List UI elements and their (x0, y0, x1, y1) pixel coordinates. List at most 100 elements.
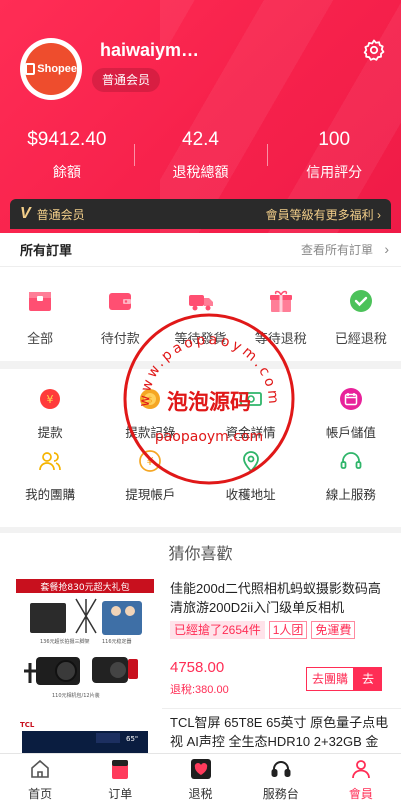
divider (162, 708, 401, 709)
vip-benefits-link[interactable]: 會員等級有更多福利 › (266, 206, 381, 223)
svc-fund-details-label: 資金詳情 (225, 426, 276, 440)
stat-label: 退稅總額 (172, 164, 229, 180)
gear-icon[interactable] (362, 38, 386, 62)
view-all-orders-link[interactable]: 查看所有訂單 › (301, 241, 389, 258)
money-icon (239, 392, 262, 406)
tab-orders-label: 订单 (108, 787, 133, 800)
svc-my-group-buys[interactable]: 我的團購 (0, 449, 100, 511)
stat-value: 100 (318, 129, 351, 150)
tab-member[interactable]: 會員 (321, 754, 401, 800)
yen-icon: ¥ (139, 450, 162, 472)
recommend-section: 猜你喜歡 套餐抢830元超大礼包 136元超长拍摄三脚架 116元稳定器 110… (0, 533, 401, 753)
chevron-right-icon: › (384, 241, 389, 257)
tv-size-label: 65" (126, 735, 138, 743)
stat-value: $9412.40 (27, 129, 107, 150)
tab-service-desk[interactable]: 服務台 (241, 754, 321, 800)
recommend-title: 猜你喜歡 (168, 546, 233, 563)
order-all-label: 全部 (27, 331, 54, 346)
tab-orders[interactable]: 订单 (80, 754, 160, 800)
product-image-tv[interactable]: TCL 65" (16, 713, 154, 753)
tv-image: TCL 65" (16, 713, 154, 753)
shopping-bag-icon (25, 63, 36, 75)
svc-shipping-address[interactable]: 收穫地址 (201, 449, 301, 511)
tv-brand-badge: TCL (20, 721, 35, 729)
username: haiwaiym… (100, 40, 200, 60)
svc-online-service[interactable]: 線上服務 (301, 449, 401, 511)
avatar[interactable]: Shopee (20, 38, 82, 100)
tab-tax-refund[interactable]: 退税 (160, 754, 240, 800)
image-caption-3: 110元相机包/12片装 (52, 692, 100, 699)
order-icon (112, 760, 129, 779)
sold-count-tag: 已經搶了2654件 (170, 621, 265, 639)
stat-label: 信用評分 (306, 164, 363, 180)
svg-text:¥: ¥ (47, 393, 54, 406)
tab-tax-refund-label: 退税 (188, 787, 213, 800)
group-size-tag: 1人团 (268, 621, 308, 639)
wallet-icon (109, 293, 132, 310)
product-price: 4758.00 (170, 659, 225, 676)
stat-balance[interactable]: $9412.40 餘額 (0, 126, 134, 182)
orders-header: 所有訂單 查看所有訂單 › (0, 233, 401, 267)
product-tax-refund: 退稅:380.00 (170, 684, 229, 696)
vip-bar[interactable]: V 普通会员 會員等級有更多福利 › (10, 199, 391, 229)
svc-fund-details[interactable]: 資金詳情 (201, 387, 301, 449)
order-pending-payment[interactable]: 待付款 (80, 287, 160, 347)
service-icon (340, 452, 362, 469)
product-actions: 去團購 去 (305, 667, 382, 691)
order-awaiting-refund-label: 等待退稅 (254, 331, 307, 346)
product-info: 佳能200d二代照相机蚂蚁摄影数码高清旅游200D2ii入门级单反相机 已經搶了… (170, 579, 390, 707)
free-shipping-tag: 免運費 (311, 621, 356, 639)
order-refunded-label: 已經退稅 (334, 331, 387, 346)
svc-withdraw-records-label: 提款記錄 (125, 426, 176, 440)
product-name: 佳能200d二代照相机蚂蚁摄影数码高清旅游200D2ii入门级单反相机 (170, 581, 381, 615)
product-card[interactable]: TCL 65" TCL智屏 65T8E 65英寸 原色量子点电视 AI声控 全生… (0, 713, 401, 753)
image-caption-1: 136元超长拍摄三脚架 (40, 638, 90, 645)
order-all[interactable]: 全部 (0, 287, 80, 347)
svc-withdraw[interactable]: ¥ 提款 (0, 387, 100, 449)
gift-icon (269, 290, 292, 312)
stat-label: 餘額 (52, 164, 81, 180)
product-card[interactable]: 套餐抢830元超大礼包 136元超长拍摄三脚架 116元稳定器 110元相机包/… (0, 577, 401, 711)
product-info: TCL智屏 65T8E 65英寸 原色量子点电视 AI声控 全生态HDR10 2… (170, 713, 390, 753)
stat-tax-refund-total[interactable]: 42.4 退稅總額 (133, 126, 268, 182)
product-name: TCL智屏 65T8E 65英寸 原色量子点电视 AI声控 全生态HDR10 2… (170, 715, 389, 749)
tab-home-label: 首页 (28, 787, 53, 800)
image-banner-text: 套餐抢830元超大礼包 (40, 581, 129, 593)
product-image-camera[interactable]: 套餐抢830元超大礼包 136元超长拍摄三脚架 116元稳定器 110元相机包/… (16, 579, 154, 707)
svc-my-group-buys-label: 我的團購 (25, 488, 76, 502)
services-row-1: ¥ 提款 $ 提款記錄 資金詳情 帳戶儲值 (0, 387, 401, 449)
svc-withdraw-records[interactable]: $ 提款記錄 (100, 387, 200, 449)
go-button[interactable]: 去 (354, 667, 382, 691)
order-awaiting-shipment[interactable]: 等待發貨 (160, 287, 240, 347)
user-icon (352, 760, 370, 779)
box-icon (29, 292, 52, 311)
vip-label: 普通会员 (36, 207, 85, 222)
tab-home[interactable]: 首页 (0, 754, 80, 800)
orders-title: 所有訂單 (20, 243, 73, 258)
check-circle-icon (349, 290, 372, 312)
bottom-tab-bar: 首页 订单 退税 服務台 會員 (0, 753, 401, 800)
group-buy-button[interactable]: 去團購 (305, 667, 354, 691)
view-all-orders-label: 查看所有訂單 (300, 243, 373, 257)
vip-icon: V (20, 205, 31, 222)
stat-credit-score[interactable]: 100 信用評分 (267, 126, 401, 182)
orders-panel: 所有訂單 查看所有訂單 › 全部 待付款 等待發貨 等待退稅 已經退稅 (0, 233, 401, 361)
group-icon (39, 452, 61, 471)
tab-service-desk-label: 服務台 (262, 787, 299, 800)
member-level-badge: 普通会员 (92, 68, 161, 92)
svc-account-topup-label: 帳戶儲值 (325, 426, 376, 440)
location-icon (242, 451, 259, 473)
order-awaiting-refund[interactable]: 等待退稅 (241, 287, 321, 347)
order-refunded[interactable]: 已經退稅 (321, 287, 401, 347)
image-caption-2: 116元稳定器 (102, 638, 132, 645)
services-panel: ¥ 提款 $ 提款記錄 資金詳情 帳戶儲值 我的團購 ¥ 提現帳戶 收穫地址 線… (0, 369, 401, 527)
svc-shipping-address-label: 收穫地址 (225, 488, 276, 502)
coin-icon: $ (140, 389, 161, 409)
svc-account-topup[interactable]: 帳戶儲值 (301, 387, 401, 449)
avatar-text: Shopee (37, 63, 77, 75)
svc-withdrawal-account[interactable]: ¥ 提現帳戶 (100, 449, 200, 511)
svg-text:$: $ (148, 396, 154, 406)
heart-icon (190, 759, 211, 779)
shopee-logo: Shopee (25, 43, 77, 95)
tab-member-label: 會員 (348, 787, 373, 800)
